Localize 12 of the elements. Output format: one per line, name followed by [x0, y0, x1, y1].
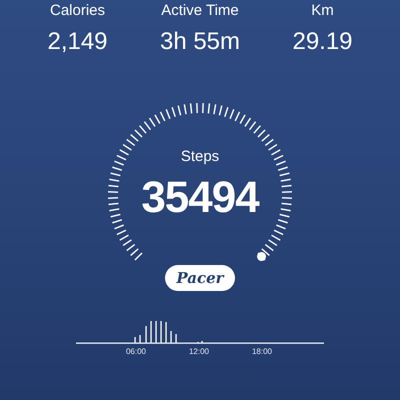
stat-label: Active Time [161, 1, 239, 21]
stat-value: 3h 55m [160, 27, 240, 57]
time-label: 18:00 [252, 347, 272, 356]
steps-label: Steps [180, 148, 220, 166]
stat-label: Calories [50, 1, 106, 21]
time-label: 06:00 [126, 347, 146, 356]
time-label: 12:00 [188, 347, 210, 356]
steps-count: 35494 [141, 174, 259, 222]
brand-logo[interactable]: Pacer [165, 265, 235, 291]
stat-value: 29.19 [292, 27, 353, 57]
stat-label: Km [311, 1, 334, 21]
stat-value: 2,149 [47, 27, 108, 57]
